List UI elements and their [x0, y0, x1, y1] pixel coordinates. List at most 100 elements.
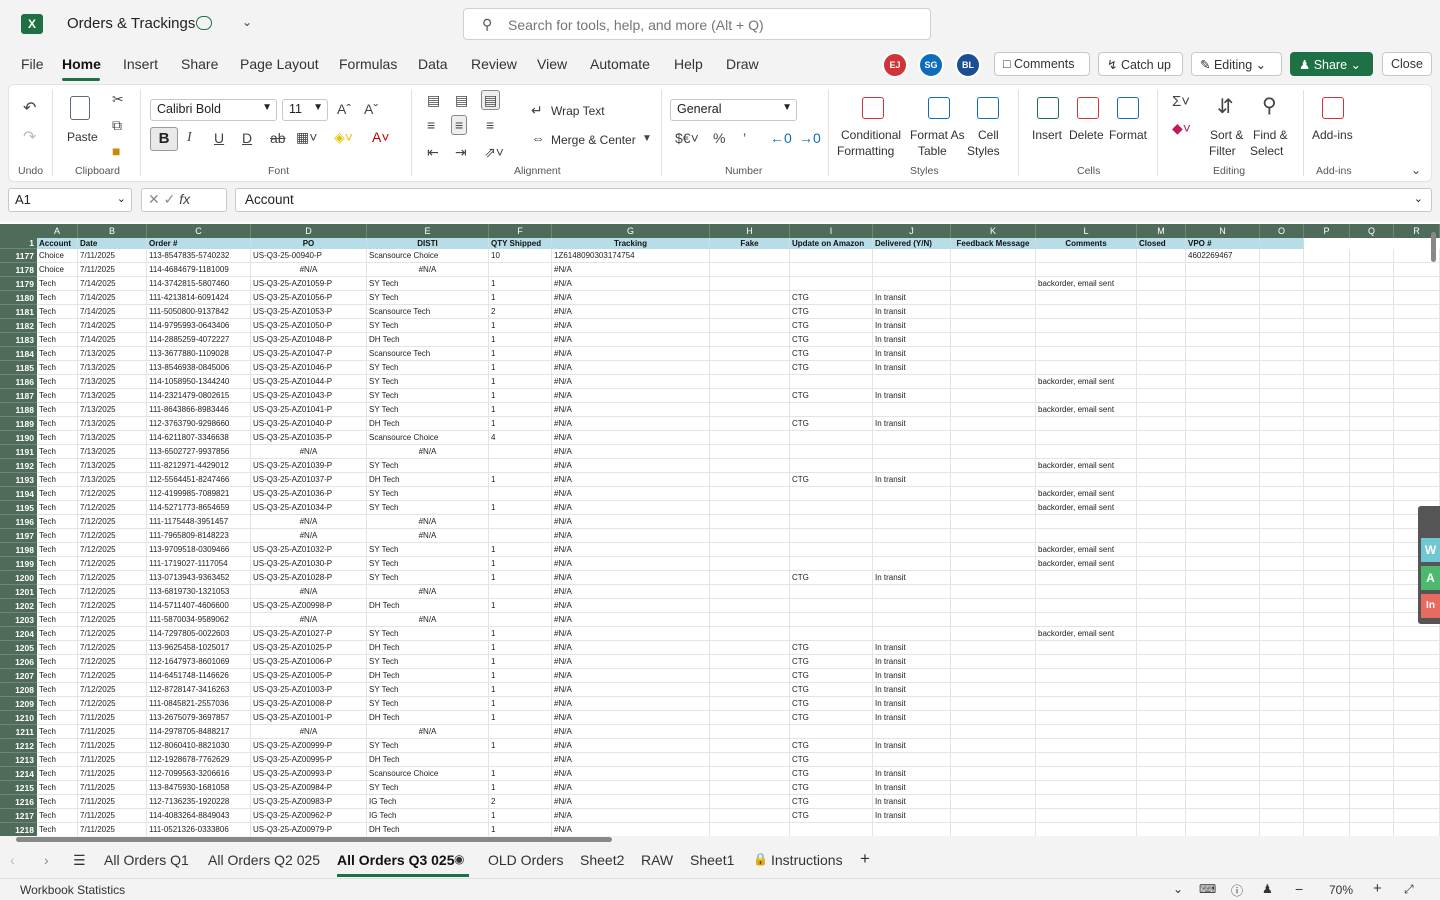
table-cell[interactable]: CTG: [790, 641, 873, 655]
table-cell[interactable]: Tech: [37, 739, 78, 753]
table-cell[interactable]: backorder, email sent: [1036, 557, 1137, 571]
header-cell[interactable]: Fake: [710, 238, 790, 249]
table-cell[interactable]: [1350, 697, 1394, 711]
side-panel-tile-w[interactable]: W: [1421, 538, 1440, 562]
row-number[interactable]: 1212: [0, 739, 37, 753]
header-cell[interactable]: PO: [251, 238, 367, 249]
table-cell[interactable]: [1350, 641, 1394, 655]
row-number[interactable]: 1197: [0, 529, 37, 543]
table-cell[interactable]: [873, 445, 951, 459]
table-cell[interactable]: [1036, 305, 1137, 319]
row-number[interactable]: 1207: [0, 669, 37, 683]
row-number[interactable]: 1192: [0, 459, 37, 473]
table-cell[interactable]: #N/A: [552, 571, 710, 585]
table-cell[interactable]: [951, 823, 1036, 836]
table-cell[interactable]: [1350, 361, 1394, 375]
table-cell[interactable]: #N/A: [552, 753, 710, 767]
table-cell[interactable]: [1260, 319, 1304, 333]
table-cell[interactable]: [1186, 473, 1260, 487]
table-cell[interactable]: 7/12/2025: [78, 529, 147, 543]
table-cell[interactable]: In transit: [873, 361, 951, 375]
table-cell[interactable]: 1: [489, 333, 552, 347]
table-cell[interactable]: [1304, 767, 1350, 781]
decrease-decimal-icon[interactable]: →0: [799, 131, 821, 145]
table-cell[interactable]: [1137, 263, 1186, 277]
editing-mode-button[interactable]: ✎ Editing ⌄: [1191, 52, 1282, 76]
row-number[interactable]: 1188: [0, 403, 37, 417]
table-cell[interactable]: [1186, 543, 1260, 557]
table-cell[interactable]: [1137, 515, 1186, 529]
table-cell[interactable]: [1350, 809, 1394, 823]
table-cell[interactable]: [1036, 473, 1137, 487]
table-cell[interactable]: [873, 599, 951, 613]
add-ins-button[interactable]: Add-ins: [1312, 128, 1353, 142]
table-cell[interactable]: [1304, 417, 1350, 431]
table-cell[interactable]: [710, 249, 790, 263]
table-cell[interactable]: [1394, 403, 1440, 417]
table-cell[interactable]: [790, 543, 873, 557]
table-cell[interactable]: US-Q3-25-00940-P: [251, 249, 367, 263]
table-cell[interactable]: #N/A: [552, 599, 710, 613]
table-cell[interactable]: CTG: [790, 711, 873, 725]
table-cell[interactable]: Tech: [37, 431, 78, 445]
table-cell[interactable]: [1036, 571, 1137, 585]
table-cell[interactable]: 7/12/2025: [78, 501, 147, 515]
formula-input[interactable]: Account ⌄: [235, 188, 1432, 212]
table-cell[interactable]: [1304, 781, 1350, 795]
table-cell[interactable]: 111-0521326-0333806: [147, 823, 251, 836]
table-cell[interactable]: [873, 753, 951, 767]
table-cell[interactable]: Tech: [37, 655, 78, 669]
table-cell[interactable]: DH Tech: [367, 669, 489, 683]
table-cell[interactable]: CTG: [790, 473, 873, 487]
strikethrough-button[interactable]: ab: [270, 131, 286, 145]
table-cell[interactable]: [1137, 291, 1186, 305]
table-cell[interactable]: 7/11/2025: [78, 739, 147, 753]
table-cell[interactable]: [1260, 767, 1304, 781]
table-cell[interactable]: [951, 431, 1036, 445]
table-cell[interactable]: 113-2675079-3697857: [147, 711, 251, 725]
row-number[interactable]: 1205: [0, 641, 37, 655]
row-number[interactable]: 1214: [0, 767, 37, 781]
table-cell[interactable]: [710, 627, 790, 641]
table-cell[interactable]: [1137, 613, 1186, 627]
table-cell[interactable]: [1036, 697, 1137, 711]
table-cell[interactable]: [873, 375, 951, 389]
table-cell[interactable]: Scansource Tech: [367, 347, 489, 361]
sheet-tab[interactable]: Sheet1: [690, 852, 734, 868]
table-cell[interactable]: [1394, 781, 1440, 795]
table-cell[interactable]: [1137, 305, 1186, 319]
table-cell[interactable]: SY Tech: [367, 557, 489, 571]
table-cell[interactable]: #N/A: [552, 725, 710, 739]
table-cell[interactable]: [873, 263, 951, 277]
table-cell[interactable]: [1137, 487, 1186, 501]
sort-filter-label-1[interactable]: Sort &: [1210, 128, 1243, 142]
table-cell[interactable]: [1304, 823, 1350, 836]
table-cell[interactable]: [1260, 529, 1304, 543]
table-cell[interactable]: 111-8643866-8983446: [147, 403, 251, 417]
table-cell[interactable]: [790, 627, 873, 641]
table-cell[interactable]: [951, 725, 1036, 739]
table-cell[interactable]: #N/A: [552, 809, 710, 823]
delete-cells-button[interactable]: Delete: [1069, 128, 1104, 142]
table-cell[interactable]: Tech: [37, 501, 78, 515]
table-cell[interactable]: [1304, 501, 1350, 515]
font-size-select[interactable]: 11 ▼: [282, 99, 328, 121]
menu-draw[interactable]: Draw: [726, 56, 759, 72]
table-cell[interactable]: [710, 599, 790, 613]
table-cell[interactable]: [1260, 725, 1304, 739]
table-cell[interactable]: [710, 823, 790, 836]
column-header-p[interactable]: P: [1304, 224, 1350, 238]
table-cell[interactable]: US-Q3-25-AZ01032-P: [251, 543, 367, 557]
paste-icon[interactable]: [70, 96, 90, 120]
table-cell[interactable]: [1137, 459, 1186, 473]
table-cell[interactable]: [1304, 655, 1350, 669]
column-header-f[interactable]: F: [489, 224, 552, 238]
table-cell[interactable]: [1350, 249, 1394, 263]
avatar-sg[interactable]: SG: [918, 52, 944, 78]
row-number[interactable]: 1190: [0, 431, 37, 445]
find-select-label-2[interactable]: Select: [1250, 144, 1283, 158]
conditional-formatting-label-2[interactable]: Formatting: [837, 144, 894, 158]
table-cell[interactable]: 7/14/2025: [78, 305, 147, 319]
table-cell[interactable]: CTG: [790, 683, 873, 697]
row-number[interactable]: 1194: [0, 487, 37, 501]
